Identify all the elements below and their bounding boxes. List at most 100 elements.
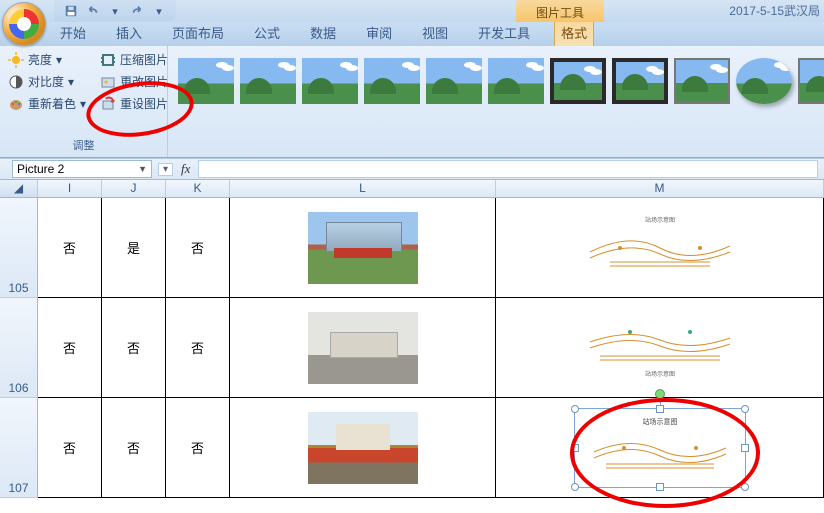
brightness-button[interactable]: 亮度 ▾ xyxy=(6,50,88,69)
tab-home[interactable]: 开始 xyxy=(54,20,92,46)
formula-input[interactable] xyxy=(198,160,818,178)
name-box-value: Picture 2 xyxy=(17,162,64,176)
fx-icon[interactable]: fx xyxy=(181,161,190,177)
handle-mr[interactable] xyxy=(741,444,749,452)
picture-style-6[interactable] xyxy=(488,58,544,104)
tab-review[interactable]: 审阅 xyxy=(360,20,398,46)
picture-style-3[interactable] xyxy=(302,58,358,104)
cell-M105[interactable]: 站场示意图 xyxy=(496,198,824,298)
handle-ml[interactable] xyxy=(571,444,579,452)
row-header-105[interactable]: 105 xyxy=(0,198,38,298)
brightness-label: 亮度 xyxy=(28,51,52,68)
cell-K107[interactable]: 否 xyxy=(166,398,230,498)
svg-text:站场示意图: 站场示意图 xyxy=(644,216,674,224)
reset-label: 重设图片 xyxy=(120,95,168,112)
cell-L105[interactable] xyxy=(230,198,496,298)
row-header-107[interactable]: 107 xyxy=(0,398,38,498)
cell-M106[interactable]: 站场示意图 xyxy=(496,298,824,398)
name-box-dropdown-icon[interactable]: ▼ xyxy=(138,164,147,174)
qat-customize[interactable]: ▾ xyxy=(150,2,168,20)
picture-styles-gallery[interactable] xyxy=(174,50,824,104)
office-button[interactable] xyxy=(2,2,46,46)
tab-insert[interactable]: 插入 xyxy=(110,20,148,46)
col-header-I[interactable]: I xyxy=(38,180,102,198)
handle-tm[interactable] xyxy=(656,405,664,413)
picture-style-8[interactable] xyxy=(612,58,668,104)
save-button[interactable] xyxy=(62,2,80,20)
cell-I107[interactable]: 否 xyxy=(38,398,102,498)
cell-J105[interactable]: 是 xyxy=(102,198,166,298)
tab-formulas[interactable]: 公式 xyxy=(248,20,286,46)
picture-style-9[interactable] xyxy=(674,58,730,104)
redo-icon xyxy=(130,4,144,18)
compress-label: 压缩图片 xyxy=(120,51,168,68)
undo-button[interactable] xyxy=(84,2,102,20)
handle-tl[interactable] xyxy=(571,405,579,413)
handle-bm[interactable] xyxy=(656,483,664,491)
cell-J107[interactable]: 否 xyxy=(102,398,166,498)
cell-L107[interactable] xyxy=(230,398,496,498)
cell-I105[interactable]: 否 xyxy=(38,198,102,298)
cell-J106[interactable]: 否 xyxy=(102,298,166,398)
handle-tr[interactable] xyxy=(741,405,749,413)
ribbon-tabs: 开始 插入 页面布局 公式 数据 审阅 视图 开发工具 格式 xyxy=(0,22,824,46)
change-picture-button[interactable]: 更改图片 xyxy=(98,72,170,91)
picture-style-5[interactable] xyxy=(426,58,482,104)
photo-L107[interactable] xyxy=(308,412,418,484)
cell-M107[interactable]: 站场示意图 xyxy=(496,398,824,498)
recolor-button[interactable]: 重新着色 ▾ xyxy=(6,94,88,113)
ribbon-group-styles xyxy=(168,46,824,157)
tab-developer[interactable]: 开发工具 xyxy=(472,20,536,46)
col-header-J[interactable]: J xyxy=(102,180,166,198)
diagram-M106[interactable]: 站场示意图 xyxy=(580,312,740,384)
cell-K105[interactable]: 否 xyxy=(166,198,230,298)
picture-style-1[interactable] xyxy=(178,58,234,104)
compress-picture-button[interactable]: 压缩图片 xyxy=(98,50,170,69)
name-box[interactable]: Picture 2 ▼ xyxy=(12,160,152,178)
tab-view[interactable]: 视图 xyxy=(416,20,454,46)
diagram-M105[interactable]: 站场示意图 xyxy=(580,212,740,284)
undo-dropdown[interactable]: ▾ xyxy=(106,2,124,20)
contextual-tab-label: 图片工具 xyxy=(516,0,604,22)
picture-style-11[interactable] xyxy=(798,58,824,104)
handle-br[interactable] xyxy=(741,483,749,491)
selection-box[interactable] xyxy=(574,408,746,488)
cell-I106[interactable]: 否 xyxy=(38,298,102,398)
picture-style-7[interactable] xyxy=(550,58,606,104)
col-header-K[interactable]: K xyxy=(166,180,230,198)
picture-style-2[interactable] xyxy=(240,58,296,104)
cell-L106[interactable] xyxy=(230,298,496,398)
redo-button[interactable] xyxy=(128,2,146,20)
contrast-button[interactable]: 对比度 ▾ xyxy=(6,72,88,91)
col-header-M[interactable]: M xyxy=(496,180,824,198)
recolor-icon xyxy=(8,96,24,112)
photo-L105[interactable] xyxy=(308,212,418,284)
col-header-L[interactable]: L xyxy=(230,180,496,198)
reset-picture-button[interactable]: 重设图片 xyxy=(98,94,170,113)
select-all-corner[interactable]: ◢ xyxy=(0,180,38,198)
title-bar: ▾ ▾ 图片工具 2017-5-15武汉局 xyxy=(0,0,824,22)
tab-format[interactable]: 格式 xyxy=(554,19,594,46)
compress-icon xyxy=(100,52,116,68)
rotate-handle[interactable] xyxy=(655,389,665,399)
handle-bl[interactable] xyxy=(571,483,579,491)
ribbon: 亮度 ▾ 压缩图片 对比度 ▾ 更改图片 重新着色 ▾ 重设图片 xyxy=(0,46,824,158)
column-headers: ◢ I J K L M xyxy=(0,180,824,198)
tab-page-layout[interactable]: 页面布局 xyxy=(166,20,230,46)
fx-expand-button[interactable]: ▾ xyxy=(158,163,173,176)
picture-style-10[interactable] xyxy=(736,58,792,104)
svg-text:站场示意图: 站场示意图 xyxy=(644,370,674,378)
cell-K106[interactable]: 否 xyxy=(166,298,230,398)
picture-style-4[interactable] xyxy=(364,58,420,104)
change-label: 更改图片 xyxy=(120,73,168,90)
row-header-106[interactable]: 106 xyxy=(0,298,38,398)
reset-picture-icon xyxy=(100,96,116,112)
tab-data[interactable]: 数据 xyxy=(304,20,342,46)
formula-bar: Picture 2 ▼ ▾ fx xyxy=(0,158,824,180)
contrast-icon xyxy=(8,74,24,90)
diagram-M107-selected[interactable]: 站场示意图 xyxy=(580,412,740,484)
photo-L106[interactable] xyxy=(308,312,418,384)
worksheet: ◢ I J K L M 105 否 是 否 站场示意图 106 否 否 否 站场… xyxy=(0,180,824,498)
recolor-label: 重新着色 xyxy=(28,95,76,112)
grid-body: 105 否 是 否 站场示意图 106 否 否 否 站场示意图 107 否 否 … xyxy=(0,198,824,498)
